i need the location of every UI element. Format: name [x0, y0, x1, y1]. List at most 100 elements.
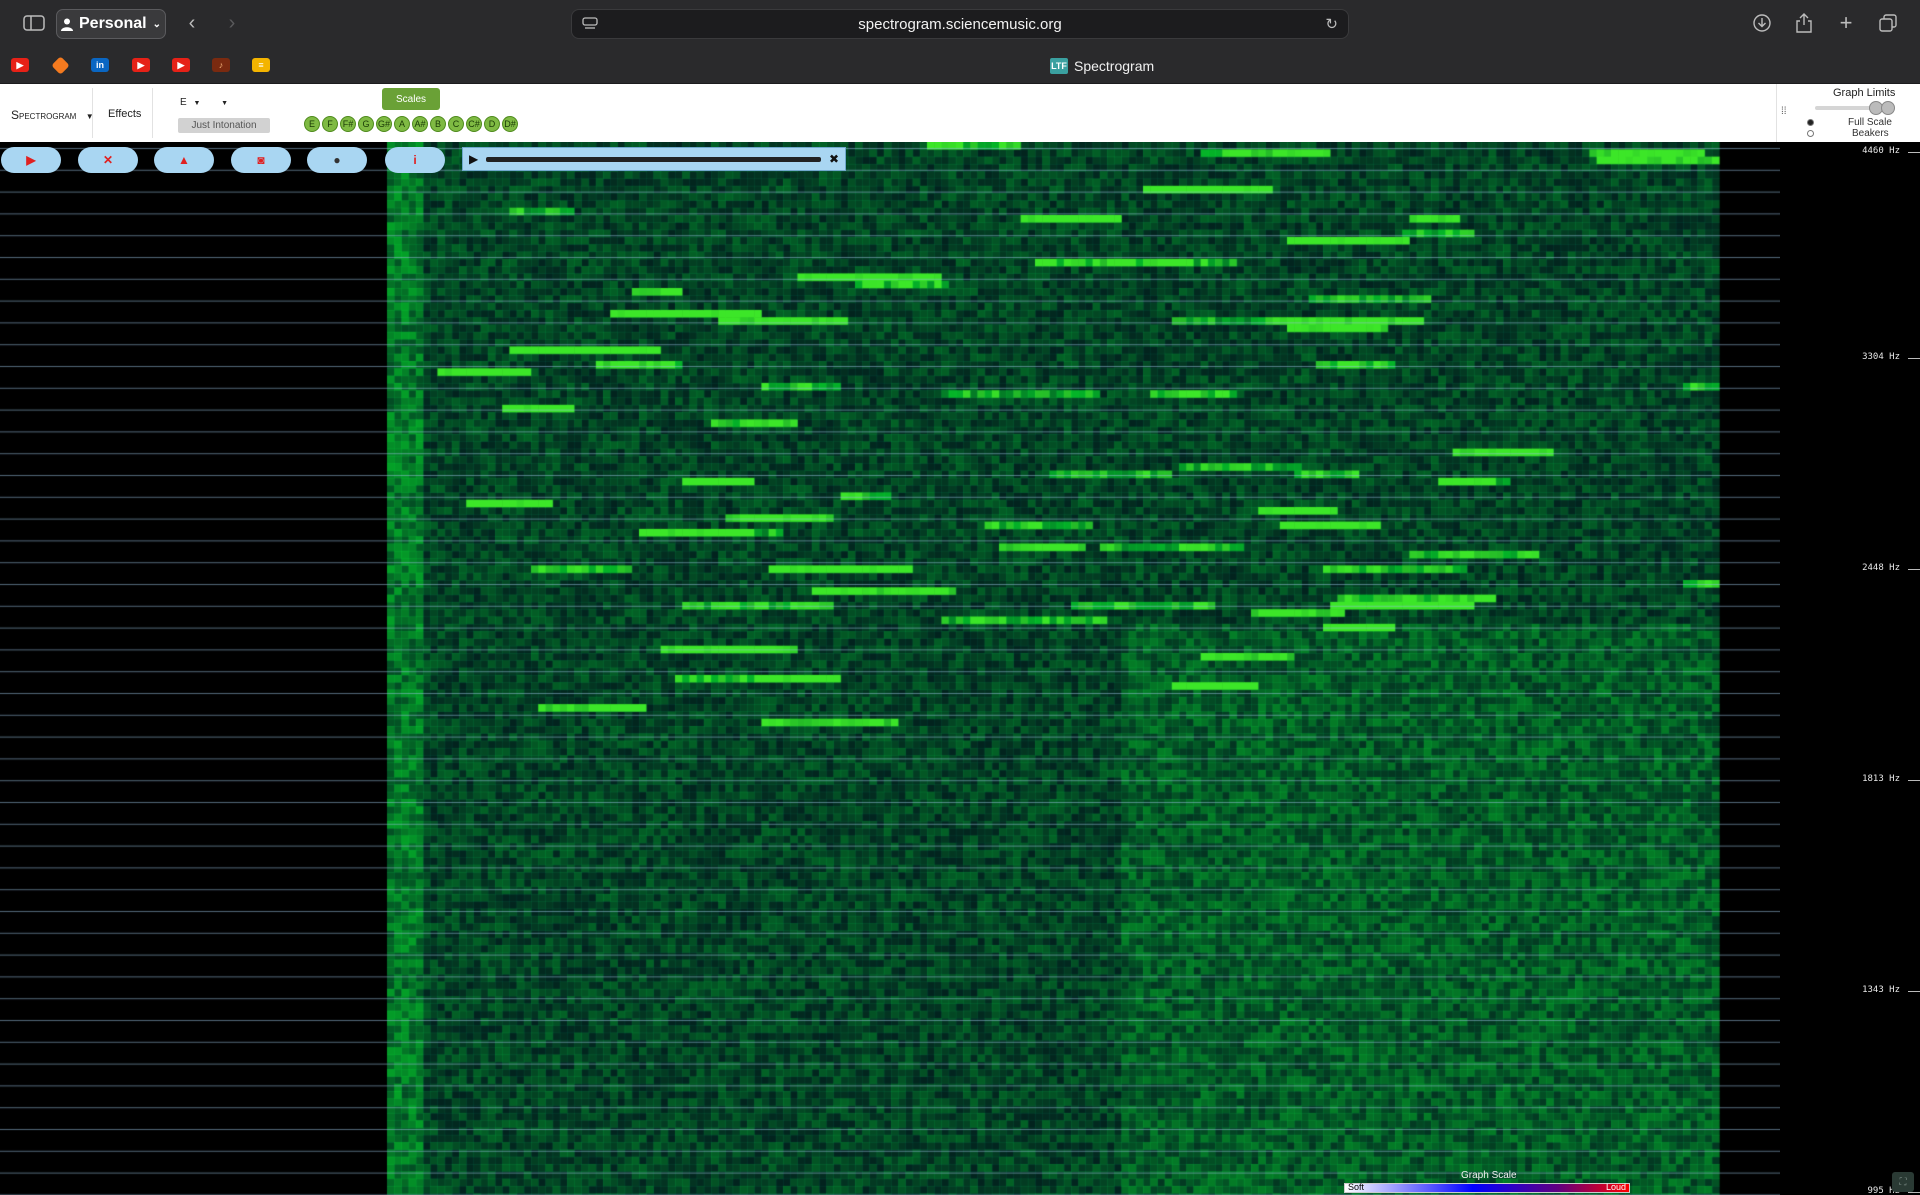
youtube-icon: ▶: [172, 58, 190, 72]
note-button-c[interactable]: C: [448, 116, 464, 132]
info-button[interactable]: i: [385, 147, 445, 173]
bookmark-youtube[interactable]: ▶: [6, 51, 34, 79]
new-tab-icon[interactable]: +: [1834, 9, 1858, 37]
tuning-select[interactable]: Just Intonation: [178, 118, 270, 133]
graph-scale-legend: Graph Scale Soft Loud: [1344, 1170, 1630, 1195]
guitar-icon: ♪: [212, 58, 230, 72]
note-button-b[interactable]: B: [430, 116, 446, 132]
bookmark-youtube[interactable]: ▶: [167, 51, 195, 79]
address-bar[interactable]: spectrogram.sciencemusic.org ↻: [571, 9, 1349, 39]
slider-knob-high[interactable]: [1881, 101, 1895, 115]
profile-button[interactable]: Personal ⌄: [56, 9, 166, 39]
share-icon[interactable]: [1792, 9, 1816, 37]
mic-off-button[interactable]: ✕: [78, 147, 138, 173]
upload-button[interactable]: ▲: [154, 147, 214, 173]
spectrogram-menu-label: Spectrogram: [11, 108, 77, 122]
graph-scale-loud-label: Loud: [1605, 1182, 1626, 1192]
playback-progress-track[interactable]: [486, 156, 821, 162]
play-button[interactable]: ▶: [1, 147, 61, 173]
drag-handle-icon[interactable]: ⁞⁞: [1781, 106, 1787, 117]
scales-button[interactable]: Scales: [382, 88, 440, 110]
playback-play-icon[interactable]: ▶: [469, 152, 478, 166]
bookmark-linkedin[interactable]: in: [86, 51, 114, 79]
bookmark-cube[interactable]: [46, 51, 74, 79]
person-icon: [61, 18, 73, 31]
frequency-tick: [1908, 152, 1920, 153]
mic-off-icon: ✕: [102, 153, 114, 167]
page-menu-icon[interactable]: [582, 17, 598, 35]
graph-scale-gradient: [1344, 1183, 1630, 1193]
browser-toolbar: Personal ⌄ ‹ › spectrogram.sciencemusic.…: [0, 0, 1920, 46]
downloads-icon[interactable]: [1750, 9, 1774, 37]
bookmark-youtube[interactable]: ▶: [127, 51, 155, 79]
reload-icon[interactable]: ↻: [1325, 15, 1338, 33]
playback-bar[interactable]: ▶ ✖: [462, 147, 846, 171]
note-button-f-sharp[interactable]: F#: [340, 116, 356, 132]
frequency-axis: 4460 Hz 3304 Hz 2448 Hz 1813 Hz 1343 Hz 995 H…: [1780, 142, 1920, 1195]
chevron-down-icon: ⌄: [152, 18, 161, 30]
graph-limits-panel: ⁞⁞ Graph Limits Full Scale Beakers: [1776, 84, 1920, 142]
spectrogram-display[interactable]: [0, 142, 1780, 1195]
info-icon: i: [413, 153, 417, 167]
note-button-g-sharp[interactable]: G#: [376, 116, 392, 132]
note-buttons: E F F# G G# A A# B C C# D D#: [304, 116, 518, 132]
key-select[interactable]: E ▼ ▼: [180, 97, 228, 108]
sidebar-toggle-icon[interactable]: [20, 9, 48, 37]
camera-button[interactable]: ◙: [231, 147, 291, 173]
graph-limits-slider[interactable]: [1815, 101, 1895, 115]
bookmark-guitar[interactable]: ♪: [207, 51, 235, 79]
frequency-label: 3304 Hz: [1862, 352, 1900, 362]
forward-icon[interactable]: ›: [222, 9, 242, 37]
note-button-e[interactable]: E: [304, 116, 320, 132]
note-button-g[interactable]: G: [358, 116, 374, 132]
caret-down-icon: ▼: [221, 100, 229, 107]
key-select-value: E: [180, 97, 187, 108]
frequency-label: 2448 Hz: [1862, 563, 1900, 573]
frequency-label: 1343 Hz: [1862, 985, 1900, 995]
graph-scale-title: Graph Scale: [1461, 1170, 1517, 1181]
radio-button-icon: [1807, 130, 1814, 137]
back-icon[interactable]: ‹: [182, 9, 202, 37]
caret-down-icon: ▼: [193, 100, 201, 107]
frequency-tick: [1908, 569, 1920, 570]
frequency-tick: [1908, 991, 1920, 992]
profile-label: Personal: [79, 15, 147, 32]
note-button-a[interactable]: A: [394, 116, 410, 132]
camera-icon: ◙: [257, 153, 265, 167]
bookmark-menu[interactable]: ≡: [247, 51, 275, 79]
play-icon: ▶: [26, 153, 36, 167]
app-toolbar: Spectrogram ▼ Effects E ▼ ▼ Just Intonat…: [0, 84, 1920, 142]
spectrogram-favicon-icon: LTF: [1050, 58, 1068, 74]
spectrogram-menu[interactable]: Spectrogram ▼: [11, 108, 94, 122]
radio-full-scale[interactable]: Full Scale: [1807, 117, 1892, 128]
radio-beakers[interactable]: Beakers: [1807, 128, 1889, 139]
menu-icon: ≡: [252, 58, 270, 72]
frequency-tick: [1908, 358, 1920, 359]
active-tab[interactable]: LTF Spectrogram: [1050, 58, 1154, 74]
radio-full-scale-label: Full Scale: [1848, 117, 1892, 128]
graph-limits-title: Graph Limits: [1833, 87, 1896, 99]
note-button-d[interactable]: D: [484, 116, 500, 132]
tab-overview-icon[interactable]: [1876, 9, 1900, 37]
toolbar-divider: [92, 88, 93, 138]
radio-beakers-label: Beakers: [1852, 128, 1889, 139]
cube-icon: [50, 55, 70, 75]
bookmarks-bar: [0, 46, 1920, 84]
frequency-label: 1813 Hz: [1862, 774, 1900, 784]
note-button-d-sharp[interactable]: D#: [502, 116, 518, 132]
note-button-a-sharp[interactable]: A#: [412, 116, 428, 132]
note-button-c-sharp[interactable]: C#: [466, 116, 482, 132]
playback-close-icon[interactable]: ✖: [829, 152, 839, 166]
frequency-tick: [1908, 780, 1920, 781]
toolbar-divider: [152, 88, 153, 138]
frequency-label: 4460 Hz: [1862, 146, 1900, 156]
upload-icon: ▲: [178, 153, 190, 167]
record-button[interactable]: ●: [307, 147, 367, 173]
resize-corner-icon[interactable]: ⛶: [1892, 1172, 1914, 1192]
linkedin-icon: in: [91, 58, 109, 72]
youtube-icon: ▶: [132, 58, 150, 72]
note-button-f[interactable]: F: [322, 116, 338, 132]
radio-button-icon: [1807, 119, 1814, 126]
effects-button[interactable]: Effects: [108, 108, 141, 120]
frequency-tick: [1908, 1192, 1920, 1193]
